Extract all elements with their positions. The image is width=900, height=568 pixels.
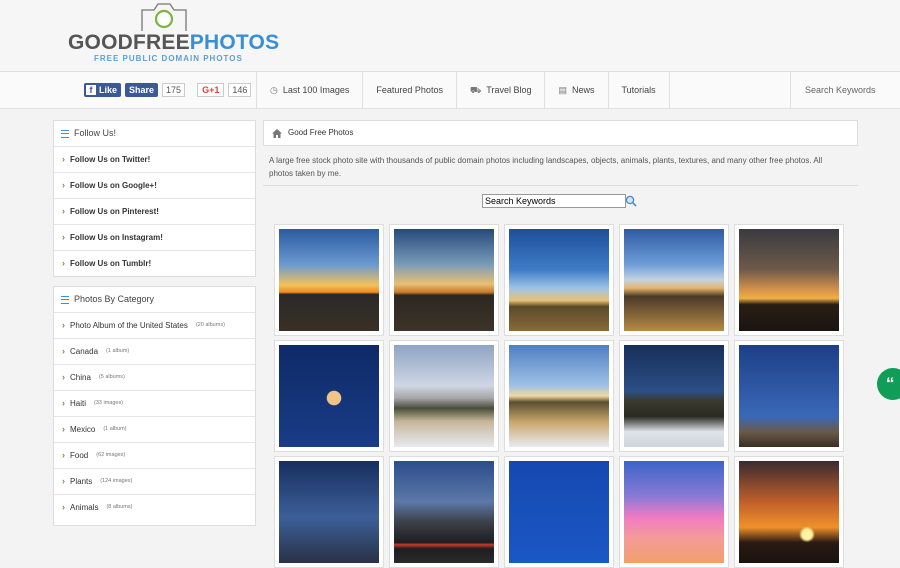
nav-travel-blog[interactable]: ⛟ Travel Blog (455, 72, 545, 108)
photo-image[interactable] (624, 345, 724, 447)
photo-thumbnail[interactable] (504, 456, 614, 568)
photo-thumbnail[interactable] (619, 224, 729, 336)
chat-bubble-icon[interactable]: “ (877, 368, 900, 400)
category-panel-title: Photos By Category (54, 287, 255, 313)
photo-image[interactable] (739, 229, 839, 331)
photo-image[interactable] (509, 229, 609, 331)
follow-google-link[interactable]: › Follow Us on Google+! (54, 173, 255, 199)
site-logo[interactable]: GOODFREEPHOTOS FREE PUBLIC DOMAIN PHOTOS (68, 2, 279, 68)
car-icon: ⛟ (469, 85, 482, 95)
breadcrumb: Good Free Photos (263, 120, 858, 146)
nav-search-input[interactable]: Search Keywords (790, 72, 900, 108)
photo-image[interactable] (624, 229, 724, 331)
follow-tumblr-link[interactable]: › Follow Us on Tumblr! (54, 251, 255, 276)
clock-icon: ◷ (270, 85, 278, 95)
nav-last-100-images[interactable]: ◷ Last 100 Images (256, 72, 362, 108)
site-description: A large free stock photo site with thous… (269, 156, 823, 178)
photo-image[interactable] (509, 461, 609, 563)
menu-icon (61, 295, 69, 304)
photo-image[interactable] (279, 345, 379, 447)
photo-image[interactable] (394, 461, 494, 563)
follow-pinterest-link[interactable]: › Follow Us on Pinterest! (54, 199, 255, 225)
photo-image[interactable] (394, 229, 494, 331)
photo-image[interactable] (279, 461, 379, 563)
photo-thumbnail[interactable] (389, 456, 499, 568)
menu-icon (61, 129, 69, 138)
photo-thumbnail[interactable] (734, 340, 844, 452)
chevron-right-icon: › (62, 476, 65, 486)
photo-thumbnail[interactable] (504, 340, 614, 452)
social-buttons: f Like Share 175 G+1 146 (84, 82, 252, 98)
logo-tagline: FREE PUBLIC DOMAIN PHOTOS (94, 54, 243, 63)
chevron-right-icon: › (62, 346, 65, 356)
camera-logo-icon (141, 3, 187, 31)
follow-panel: Follow Us! › Follow Us on Twitter! › Follo… (53, 120, 256, 277)
photo-thumbnail[interactable] (619, 456, 729, 568)
home-icon[interactable] (272, 128, 282, 138)
chevron-right-icon: › (62, 232, 65, 242)
photo-image[interactable] (394, 345, 494, 447)
photo-thumbnail[interactable] (619, 340, 729, 452)
chevron-right-icon: › (62, 450, 65, 460)
facebook-like-button[interactable]: f Like (84, 83, 122, 97)
chevron-right-icon: › (62, 180, 65, 190)
facebook-share-button[interactable]: Share (125, 83, 159, 97)
chevron-right-icon: › (62, 320, 65, 330)
search-icon[interactable] (625, 195, 637, 207)
top-navbar: f Like Share 175 G+1 146 ◷ Last 100 Images… (0, 71, 900, 109)
photo-thumbnail[interactable] (274, 224, 384, 336)
search-input[interactable]: Search Keywords (482, 194, 626, 208)
category-item[interactable]: › China (5 albums) (54, 365, 255, 391)
chevron-right-icon: › (62, 206, 65, 216)
facebook-icon: f (86, 85, 96, 95)
divider (263, 185, 858, 186)
follow-instagram-link[interactable]: › Follow Us on Instagram! (54, 225, 255, 251)
chevron-right-icon: › (62, 258, 65, 268)
photo-image[interactable] (624, 461, 724, 563)
category-item[interactable]: › Mexico (1 album) (54, 417, 255, 443)
follow-twitter-link[interactable]: › Follow Us on Twitter! (54, 147, 255, 173)
category-item[interactable]: › Food (62 images) (54, 443, 255, 469)
photo-thumbnail[interactable] (389, 224, 499, 336)
category-item[interactable]: › Haiti (33 images) (54, 391, 255, 417)
photo-image[interactable] (509, 345, 609, 447)
nav-featured-photos[interactable]: Featured Photos (362, 72, 456, 108)
photo-thumbnail[interactable] (734, 456, 844, 568)
chevron-right-icon: › (62, 372, 65, 382)
photo-grid (274, 224, 844, 568)
category-panel: Photos By Category › Photo Album of the U… (53, 286, 256, 526)
chevron-right-icon: › (62, 502, 65, 512)
chevron-right-icon: › (62, 154, 65, 164)
main-nav: ◷ Last 100 Images Featured Photos ⛟ Travel… (256, 72, 670, 108)
facebook-count: 175 (162, 83, 186, 97)
google-plus-count: 146 (228, 83, 252, 97)
category-item[interactable]: › Photo Album of the United States (20 alb… (54, 313, 255, 339)
nav-tutorials[interactable]: Tutorials (607, 72, 670, 108)
photo-image[interactable] (739, 345, 839, 447)
photo-image[interactable] (279, 229, 379, 331)
chevron-right-icon: › (62, 398, 65, 408)
photo-thumbnail[interactable] (734, 224, 844, 336)
main-content: Good Free Photos A large free stock phot… (263, 120, 858, 568)
follow-panel-title: Follow Us! (54, 121, 255, 147)
newspaper-icon: ▤ (558, 85, 567, 95)
photo-thumbnail[interactable] (389, 340, 499, 452)
photo-thumbnail[interactable] (504, 224, 614, 336)
category-item[interactable]: › Canada (1 album) (54, 339, 255, 365)
photo-thumbnail[interactable] (274, 340, 384, 452)
google-plus-button[interactable]: G+1 (197, 83, 225, 97)
site-header: GOODFREEPHOTOS FREE PUBLIC DOMAIN PHOTOS (0, 0, 900, 71)
category-item[interactable]: › Plants (124 images) (54, 469, 255, 495)
chevron-right-icon: › (62, 424, 65, 434)
logo-wordmark: GOODFREEPHOTOS (68, 31, 280, 54)
photo-image[interactable] (739, 461, 839, 563)
nav-news[interactable]: ▤ News (544, 72, 607, 108)
breadcrumb-link[interactable]: Good Free Photos (288, 120, 353, 146)
photo-thumbnail[interactable] (274, 456, 384, 568)
category-item[interactable]: › Animals (8 albums) (54, 495, 255, 520)
